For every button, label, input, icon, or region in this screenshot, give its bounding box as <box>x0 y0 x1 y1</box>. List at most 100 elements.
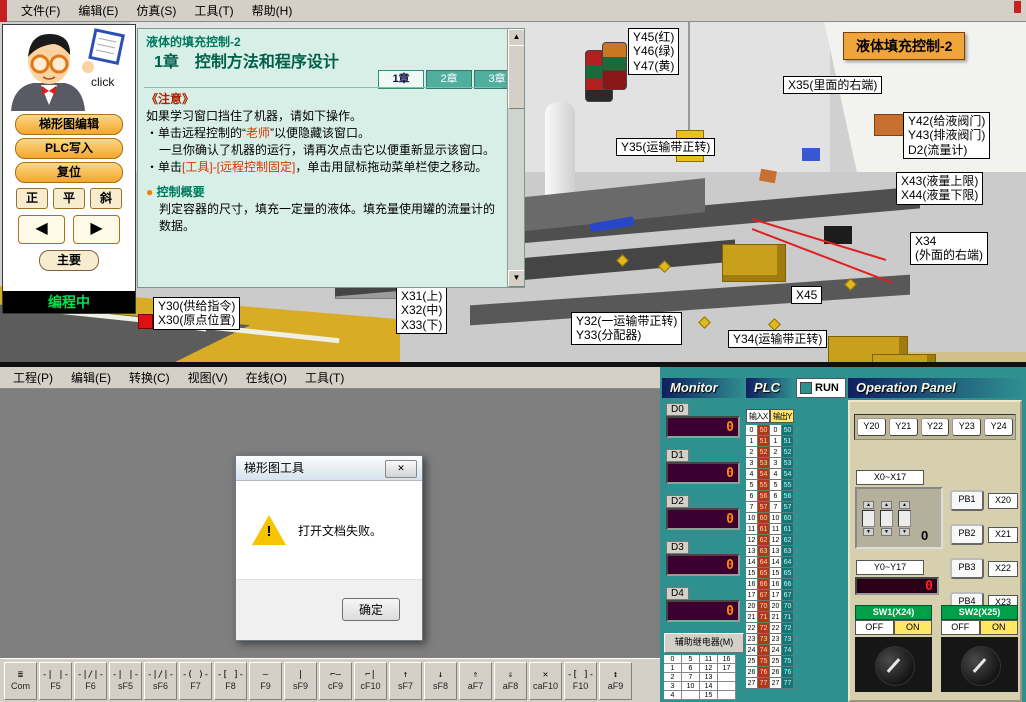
monitor-header: Monitor <box>662 378 746 398</box>
close-icon[interactable]: ✕ <box>385 460 417 478</box>
device-label-x31: X31(上)X32(中)X33(下) <box>396 287 447 334</box>
remote-action-button[interactable]: 梯形图编辑 <box>15 114 123 135</box>
output-device-cell: 20 <box>770 601 782 612</box>
ladder-symbol-button[interactable]: ↑ sF7 <box>389 662 422 700</box>
wheel-up-button[interactable]: ▲ <box>881 501 892 509</box>
pushbutton[interactable]: PB2 <box>950 524 984 545</box>
output-lamp: Y23 <box>952 418 981 436</box>
remote-action-button[interactable]: 复位 <box>15 162 123 183</box>
menu-item[interactable]: 编辑(E) <box>62 366 120 389</box>
dialog-message: 打开文档失败。 <box>298 522 382 539</box>
switch-off-button[interactable]: OFF <box>941 620 980 635</box>
ladder-symbol-button[interactable]: ⌐| cF10 <box>354 662 387 700</box>
wheel-window <box>880 510 893 527</box>
plc-device-table: 0 50 0 50 1 51 1 51 2 52 2 52 <box>746 425 794 689</box>
input-x-tab[interactable]: 输入X <box>746 409 770 423</box>
device-label-y35: Y35(运输带正转) <box>616 138 715 156</box>
view-mode-button[interactable]: 斜 <box>90 188 122 209</box>
ladder-symbol-button[interactable]: -| |- sF5 <box>109 662 142 700</box>
ladder-symbol-button[interactable]: ↕ aF9 <box>599 662 632 700</box>
scroll-up-button[interactable]: ▲ <box>508 29 525 46</box>
crate <box>872 354 936 362</box>
aux-relay-row: 3 10 14 <box>664 682 742 691</box>
view-mode-button[interactable]: 平 <box>53 188 85 209</box>
register-value: 0 <box>666 462 740 484</box>
input-device-cell: 5 <box>746 480 758 491</box>
register-name: D2 <box>666 495 689 508</box>
output-device-cell: 11 <box>770 524 782 535</box>
ladder-symbol-button[interactable]: -|/|- sF6 <box>144 662 177 700</box>
menu-item[interactable]: 帮助(H) <box>243 0 302 22</box>
register-name: D1 <box>666 449 689 462</box>
view-mode-button[interactable]: 正 <box>16 188 48 209</box>
aux-relay-button[interactable]: 辅助继电器(M) <box>664 633 744 653</box>
teacher-character[interactable]: click <box>3 25 133 111</box>
output-device-cell: 12 <box>770 535 782 546</box>
ladder-symbol-button[interactable]: | sF9 <box>284 662 317 700</box>
plc-device-row: 6 56 6 56 <box>746 491 794 502</box>
wheel-down-button[interactable]: ▼ <box>881 528 892 536</box>
remote-action-button[interactable]: PLC写入 <box>15 138 123 159</box>
ladder-symbol-button[interactable]: ⇑ aF7 <box>459 662 492 700</box>
ladder-symbol-button[interactable]: -[ ]- F10 <box>564 662 597 700</box>
output-device-cell: 6 <box>770 491 782 502</box>
main-menu-button[interactable]: 主要 <box>39 250 99 271</box>
menu-item[interactable]: 工具(T) <box>296 366 353 389</box>
notice-continuation: 一旦你确认了机器的运行，请再次点击它以便重新显示该窗口。 <box>146 142 496 159</box>
output-device-cell: 24 <box>770 645 782 656</box>
menu-item[interactable]: 文件(F) <box>12 0 69 22</box>
output-device-cell: 1 <box>770 436 782 447</box>
menu-item[interactable]: 视图(V) <box>179 366 237 389</box>
menu-item[interactable]: 在线(O) <box>237 366 296 389</box>
ladder-symbol-button[interactable]: -[ ]- F8 <box>214 662 247 700</box>
parts-box <box>759 169 777 184</box>
rotary-knob[interactable] <box>855 637 932 692</box>
scroll-thumb[interactable] <box>508 45 525 109</box>
pushbutton[interactable]: PB1 <box>950 490 984 511</box>
output-y-tab[interactable]: 输出Y <box>770 409 794 423</box>
switch-on-button[interactable]: ON <box>980 620 1019 635</box>
scroll-down-button[interactable]: ▼ <box>508 270 525 287</box>
teacher-illustration <box>3 25 133 111</box>
ladder-symbol-button[interactable]: -| |- F5 <box>39 662 72 700</box>
wheel-up-button[interactable]: ▲ <box>863 501 874 509</box>
dialog-footer: 确定 <box>236 579 422 640</box>
run-checkbox[interactable]: RUN <box>796 378 846 398</box>
ladder-symbol-button[interactable]: ≣ Com <box>4 662 37 700</box>
lesson-scrollbar[interactable]: ▲ ▼ <box>507 29 524 287</box>
ladder-symbol-key: sF9 <box>293 681 308 692</box>
pushbutton[interactable]: PB3 <box>950 558 984 579</box>
next-page-button[interactable]: ▶ <box>73 215 120 244</box>
ladder-symbol-button[interactable]: ✕ caF10 <box>529 662 562 700</box>
output-device-cell: 57 <box>782 502 794 513</box>
menu-item[interactable]: 工具(T) <box>185 0 242 22</box>
output-device-cell: 27 <box>770 678 782 689</box>
plc-device-row: 15 65 15 65 <box>746 568 794 579</box>
output-device-cell: 62 <box>782 535 794 546</box>
aux-relay-cell: 11 <box>700 655 718 664</box>
ok-button[interactable]: 确定 <box>342 598 400 621</box>
ladder-symbol-button[interactable]: ⇓ aF8 <box>494 662 527 700</box>
output-device-cell: 76 <box>782 667 794 678</box>
rotary-knob[interactable] <box>941 637 1018 692</box>
ladder-symbol-button[interactable]: -|/|- F6 <box>74 662 107 700</box>
prev-page-button[interactable]: ◀ <box>18 215 65 244</box>
menu-item[interactable]: 转换(C) <box>120 366 179 389</box>
wheel-down-button[interactable]: ▼ <box>899 528 910 536</box>
ladder-symbol-button[interactable]: ↓ sF8 <box>424 662 457 700</box>
wheel-down-button[interactable]: ▼ <box>863 528 874 536</box>
switch-off-button[interactable]: OFF <box>855 620 894 635</box>
aux-relay-cell: 13 <box>700 673 718 682</box>
aux-relay-cell: 3 <box>664 682 682 691</box>
register-value: 0 <box>666 508 740 530</box>
ladder-symbol-button[interactable]: — F9 <box>249 662 282 700</box>
aux-relay-cell: 14 <box>700 682 718 691</box>
wheel-up-button[interactable]: ▲ <box>899 501 910 509</box>
device-label-y34: Y34(运输带正转) <box>728 330 827 348</box>
switch-on-button[interactable]: ON <box>894 620 933 635</box>
menu-item[interactable]: 工程(P) <box>4 366 62 389</box>
ladder-symbol-button[interactable]: -( )- F7 <box>179 662 212 700</box>
menu-item[interactable]: 仿真(S) <box>127 0 185 22</box>
menu-item[interactable]: 编辑(E) <box>69 0 127 22</box>
ladder-symbol-button[interactable]: ⌐— cF9 <box>319 662 352 700</box>
